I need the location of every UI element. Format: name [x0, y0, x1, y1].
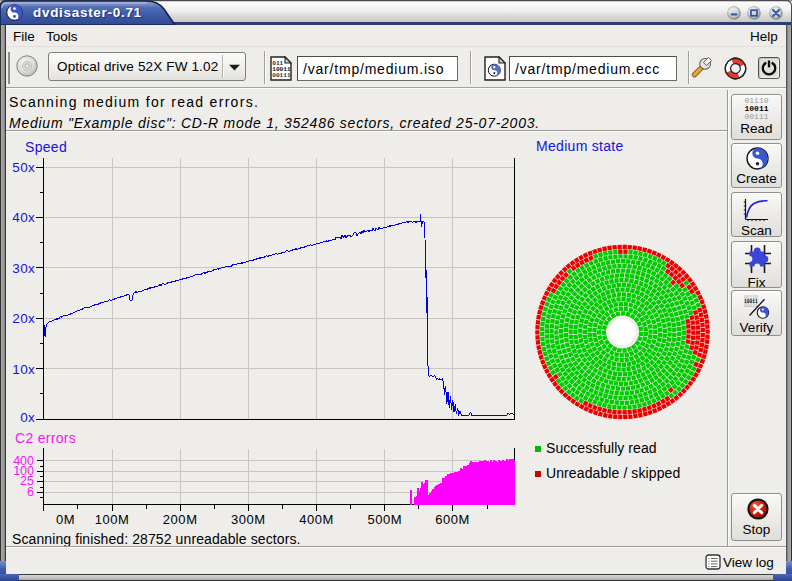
svg-text:00111: 00111 [744, 302, 758, 307]
